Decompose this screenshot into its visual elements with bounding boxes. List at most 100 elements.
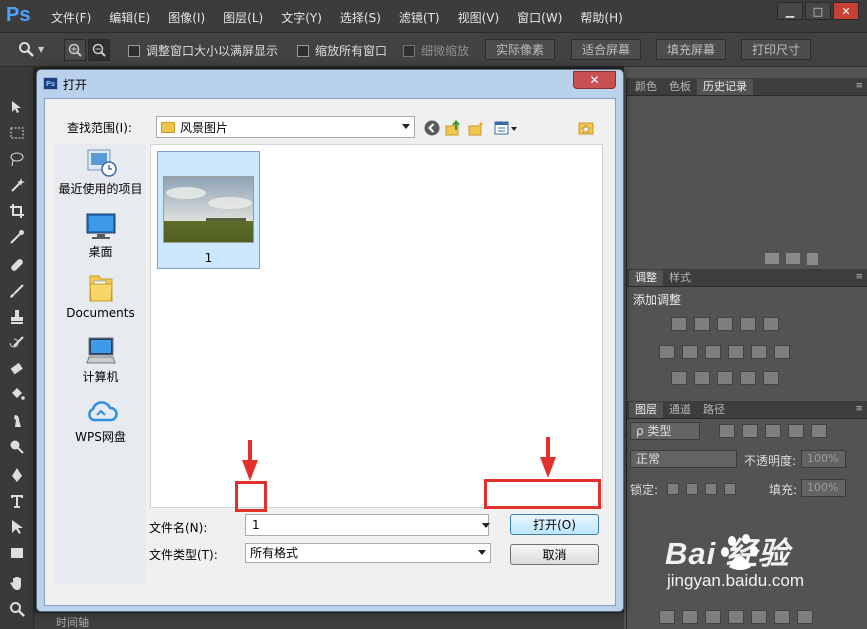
pixel-filter-icon[interactable] <box>719 424 735 438</box>
path-selection-tool[interactable] <box>7 517 27 537</box>
hue-saturation-icon[interactable] <box>659 345 675 359</box>
tab-swatches[interactable]: 色板 <box>663 79 697 95</box>
fx-icon[interactable] <box>682 610 698 624</box>
favorites-button[interactable] <box>577 119 594 136</box>
channel-mixer-icon[interactable] <box>751 345 767 359</box>
clone-stamp-tool[interactable] <box>7 307 27 327</box>
zoom-in-button[interactable] <box>64 39 86 61</box>
camera-icon[interactable] <box>786 253 800 264</box>
link-icon[interactable] <box>659 610 675 624</box>
dialog-close-button[interactable]: ✕ <box>573 71 616 89</box>
tab-adjustments[interactable]: 调整 <box>629 270 663 286</box>
layer-filter-kind[interactable]: ρ 类型 <box>630 422 700 440</box>
place-desktop[interactable]: 桌面 <box>55 211 146 260</box>
tab-color[interactable]: 颜色 <box>629 79 663 95</box>
menu-window[interactable]: 窗口(W) <box>508 9 571 26</box>
gradient-map-icon[interactable] <box>763 371 779 385</box>
menu-filter[interactable]: 滤镜(T) <box>390 9 449 26</box>
place-computer[interactable]: 计算机 <box>55 336 146 385</box>
open-button[interactable]: 打开(O) <box>510 514 599 535</box>
zoom-out-button[interactable] <box>88 39 110 61</box>
brush-tool[interactable] <box>7 281 27 301</box>
lock-position-icon[interactable] <box>705 483 717 495</box>
history-brush-tool[interactable] <box>7 333 27 353</box>
color-balance-icon[interactable] <box>682 345 698 359</box>
magic-wand-tool[interactable] <box>7 175 27 195</box>
actual-pixels-button[interactable]: 实际像素 <box>485 39 556 60</box>
group-icon[interactable] <box>751 610 767 624</box>
fill-input[interactable]: 100% <box>801 479 846 497</box>
vibrance-icon[interactable] <box>763 317 779 331</box>
menu-image[interactable]: 图像(I) <box>159 9 214 26</box>
black-white-icon[interactable] <box>705 345 721 359</box>
view-menu-button[interactable] <box>493 119 519 136</box>
dodge-tool[interactable] <box>7 437 27 457</box>
posterize-icon[interactable] <box>694 371 710 385</box>
zoom-all-checkbox[interactable] <box>297 44 309 57</box>
panel-menu-icon[interactable]: ≡ <box>855 404 863 414</box>
zoom-all-option[interactable]: 缩放所有窗口 <box>297 42 387 59</box>
place-documents[interactable]: Documents <box>55 272 146 320</box>
lock-pixels-icon[interactable] <box>686 483 698 495</box>
exposure-icon[interactable] <box>740 317 756 331</box>
place-wps-drive[interactable]: WPS网盘 <box>55 398 146 445</box>
mask-icon[interactable] <box>705 610 721 624</box>
panel-menu-icon[interactable]: ≡ <box>855 272 863 282</box>
tab-styles[interactable]: 样式 <box>663 270 697 286</box>
selective-color-icon[interactable] <box>740 371 756 385</box>
place-recent[interactable]: 最近使用的项目 <box>55 148 146 197</box>
new-document-icon[interactable] <box>765 253 779 264</box>
brightness-icon[interactable] <box>671 317 687 331</box>
close-icon[interactable]: ✕ <box>833 2 859 20</box>
dialog-titlebar[interactable]: Ps 打开 ✕ <box>37 70 623 98</box>
menu-type[interactable]: 文字(Y) <box>272 9 331 26</box>
menu-select[interactable]: 选择(S) <box>331 9 390 26</box>
invert-icon[interactable] <box>671 371 687 385</box>
menu-file[interactable]: 文件(F) <box>42 9 100 26</box>
file-item[interactable]: 1 <box>157 151 260 269</box>
threshold-icon[interactable] <box>717 371 733 385</box>
scrubby-zoom-option[interactable]: 细微缩放 <box>403 42 469 59</box>
tab-history[interactable]: 历史记录 <box>697 79 753 95</box>
trash-icon[interactable] <box>797 610 813 624</box>
opacity-input[interactable]: 100% <box>801 450 846 468</box>
trash-icon[interactable] <box>807 253 818 265</box>
crop-tool[interactable] <box>7 201 27 221</box>
lock-all-icon[interactable] <box>724 483 736 495</box>
file-list[interactable]: 1 <box>150 144 603 508</box>
scrubby-zoom-checkbox[interactable] <box>403 44 415 57</box>
adjustment-filter-icon[interactable] <box>742 424 758 438</box>
move-tool[interactable] <box>7 97 27 117</box>
filename-input[interactable]: 1 <box>245 514 489 536</box>
type-filter-icon[interactable] <box>765 424 781 438</box>
minimize-icon[interactable]: ▁ <box>777 2 803 20</box>
paint-bucket-tool[interactable] <box>7 385 27 405</box>
blend-mode-select[interactable]: 正常 <box>630 450 737 468</box>
shape-tool[interactable] <box>7 543 27 563</box>
eraser-tool[interactable] <box>7 359 27 379</box>
tab-channels[interactable]: 通道 <box>663 402 697 418</box>
levels-icon[interactable] <box>694 317 710 331</box>
resize-windows-checkbox[interactable] <box>128 44 140 57</box>
lookin-select[interactable]: 风景图片 <box>156 116 415 138</box>
healing-brush-tool[interactable] <box>7 255 27 275</box>
adjustment-layer-icon[interactable] <box>728 610 744 624</box>
menu-view[interactable]: 视图(V) <box>449 9 509 26</box>
timeline-label[interactable]: 时间轴 <box>56 614 89 629</box>
menu-layer[interactable]: 图层(L) <box>214 9 272 26</box>
smart-filter-icon[interactable] <box>811 424 827 438</box>
shape-filter-icon[interactable] <box>788 424 804 438</box>
menu-help[interactable]: 帮助(H) <box>571 9 631 26</box>
fit-screen-button[interactable]: 适合屏幕 <box>571 39 642 60</box>
pen-tool[interactable] <box>7 465 27 485</box>
up-folder-button[interactable] <box>444 119 461 136</box>
filetype-select[interactable]: 所有格式 <box>245 543 491 563</box>
photo-filter-icon[interactable] <box>728 345 744 359</box>
lasso-tool[interactable] <box>7 149 27 169</box>
eyedropper-tool[interactable] <box>7 227 27 247</box>
chevron-down-icon[interactable] <box>482 523 490 528</box>
tab-layers[interactable]: 图层 <box>629 402 663 418</box>
resize-windows-option[interactable]: 调整窗口大小以满屏显示 <box>128 42 278 59</box>
new-layer-icon[interactable] <box>774 610 790 624</box>
new-folder-button[interactable] <box>467 119 484 136</box>
